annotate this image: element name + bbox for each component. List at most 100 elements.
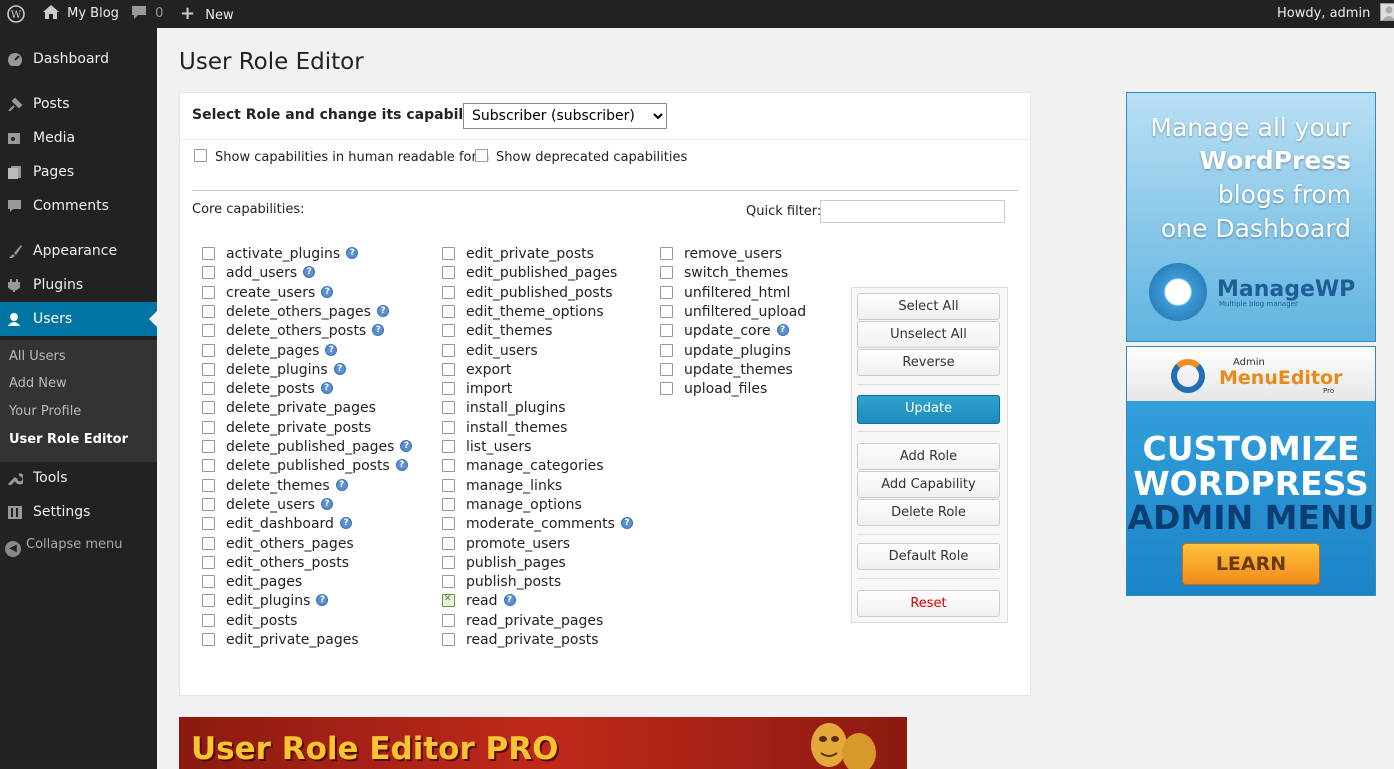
- capability-checkbox[interactable]: [202, 479, 215, 492]
- capability-checkbox[interactable]: [202, 614, 215, 627]
- help-icon[interactable]: ?: [376, 305, 389, 317]
- wordpress-logo-icon[interactable]: W: [7, 0, 25, 28]
- capability-checkbox[interactable]: [202, 517, 215, 530]
- help-icon[interactable]: ?: [395, 459, 408, 471]
- capability-checkbox[interactable]: [442, 556, 455, 569]
- capability-checkbox[interactable]: [660, 286, 673, 299]
- reset-button[interactable]: Reset: [857, 590, 1000, 617]
- capability-checkbox[interactable]: [202, 537, 215, 550]
- capability-checkbox[interactable]: [660, 266, 673, 279]
- capability-checkbox[interactable]: [442, 286, 455, 299]
- submenu-all-users[interactable]: All Users: [9, 349, 66, 364]
- capability-checkbox[interactable]: [442, 344, 455, 357]
- capability-checkbox[interactable]: [202, 459, 215, 472]
- help-icon[interactable]: ?: [321, 286, 334, 298]
- capability-checkbox[interactable]: [660, 363, 673, 376]
- capability-checkbox[interactable]: [442, 440, 455, 453]
- comments-link[interactable]: 0: [131, 0, 163, 28]
- capability-checkbox[interactable]: [442, 382, 455, 395]
- capability-checkbox[interactable]: [442, 459, 455, 472]
- unselect-all-button[interactable]: Unselect All: [857, 321, 1000, 348]
- capability-checkbox[interactable]: [442, 498, 455, 511]
- default-role-button[interactable]: Default Role: [857, 543, 1000, 570]
- capability-checkbox[interactable]: [202, 266, 215, 279]
- capability-checkbox[interactable]: [442, 324, 455, 337]
- help-icon[interactable]: ?: [303, 266, 316, 278]
- select-all-button[interactable]: Select All: [857, 293, 1000, 320]
- managewp-ad[interactable]: Manage all your WordPress blogs from one…: [1126, 92, 1376, 342]
- quick-filter-input[interactable]: [820, 200, 1005, 223]
- help-icon[interactable]: ?: [335, 479, 348, 491]
- help-icon[interactable]: ?: [339, 517, 352, 529]
- capability-checkbox[interactable]: [442, 401, 455, 414]
- capability-checkbox[interactable]: [442, 575, 455, 588]
- capability-checkbox[interactable]: [202, 247, 215, 260]
- help-icon[interactable]: ?: [346, 247, 359, 259]
- help-icon[interactable]: ?: [333, 363, 346, 375]
- capability-checkbox[interactable]: [202, 305, 215, 318]
- help-icon[interactable]: ?: [320, 382, 333, 394]
- menu-tools[interactable]: Tools: [0, 461, 157, 495]
- delete-role-button[interactable]: Delete Role: [857, 499, 1000, 526]
- deprecated-checkbox[interactable]: [475, 149, 488, 162]
- capability-checkbox[interactable]: [442, 633, 455, 646]
- capability-checkbox[interactable]: [442, 421, 455, 434]
- admin-menu-editor-ad[interactable]: Admin MenuEditor Pro CUSTOMIZE WORDPRESS…: [1126, 346, 1376, 596]
- capability-checkbox[interactable]: [202, 286, 215, 299]
- capability-checkbox[interactable]: [202, 421, 215, 434]
- add-role-button[interactable]: Add Role: [857, 443, 1000, 470]
- learn-more-button[interactable]: LEARN MORE: [1182, 543, 1320, 595]
- help-icon[interactable]: ?: [320, 498, 333, 510]
- capability-checkbox[interactable]: [202, 556, 215, 569]
- submenu-your-profile[interactable]: Your Profile: [9, 404, 81, 419]
- capability-checkbox[interactable]: [202, 440, 215, 453]
- help-icon[interactable]: ?: [316, 594, 329, 606]
- new-content-link[interactable]: + New: [180, 0, 234, 28]
- capability-checkbox[interactable]: [442, 479, 455, 492]
- human-readable-checkbox[interactable]: [194, 149, 207, 162]
- capability-checkbox[interactable]: [442, 594, 455, 607]
- capability-checkbox[interactable]: [660, 382, 673, 395]
- capability-checkbox[interactable]: [442, 363, 455, 376]
- capability-checkbox[interactable]: [442, 614, 455, 627]
- account-menu[interactable]: Howdy, admin: [1277, 0, 1394, 28]
- capability-checkbox[interactable]: [202, 344, 215, 357]
- capability-checkbox[interactable]: [442, 537, 455, 550]
- capability-checkbox[interactable]: [442, 266, 455, 279]
- help-icon[interactable]: ?: [503, 594, 516, 606]
- submenu-user-role-editor[interactable]: User Role Editor: [9, 432, 128, 447]
- help-icon[interactable]: ?: [325, 344, 338, 356]
- help-icon[interactable]: ?: [400, 440, 413, 452]
- add-capability-button[interactable]: Add Capability: [857, 471, 1000, 498]
- capability-checkbox[interactable]: [202, 594, 215, 607]
- capability-checkbox[interactable]: [442, 517, 455, 530]
- ure-pro-banner[interactable]: User Role Editor PRO: [179, 717, 907, 769]
- capability-checkbox[interactable]: [202, 498, 215, 511]
- submenu-add-new[interactable]: Add New: [9, 376, 67, 391]
- capability-checkbox[interactable]: [660, 344, 673, 357]
- role-select[interactable]: Subscriber (subscriber): [463, 103, 667, 129]
- menu-posts[interactable]: Posts: [0, 87, 157, 121]
- update-button[interactable]: Update: [857, 395, 1000, 424]
- capability-checkbox[interactable]: [202, 575, 215, 588]
- help-icon[interactable]: ?: [776, 324, 789, 336]
- site-home-link[interactable]: My Blog: [42, 0, 119, 28]
- menu-comments[interactable]: Comments: [0, 189, 157, 223]
- menu-users[interactable]: Users: [0, 302, 157, 336]
- help-icon[interactable]: ?: [620, 517, 633, 529]
- capability-checkbox[interactable]: [660, 324, 673, 337]
- menu-dashboard[interactable]: Dashboard: [0, 42, 157, 76]
- capability-checkbox[interactable]: [660, 247, 673, 260]
- capability-checkbox[interactable]: [202, 633, 215, 646]
- menu-settings[interactable]: Settings: [0, 495, 157, 529]
- reverse-button[interactable]: Reverse: [857, 349, 1000, 376]
- capability-checkbox[interactable]: [202, 363, 215, 376]
- menu-media[interactable]: Media: [0, 121, 157, 155]
- menu-pages[interactable]: Pages: [0, 155, 157, 189]
- capability-checkbox[interactable]: [442, 305, 455, 318]
- capability-checkbox[interactable]: [202, 382, 215, 395]
- capability-checkbox[interactable]: [202, 401, 215, 414]
- capability-checkbox[interactable]: [202, 324, 215, 337]
- capability-checkbox[interactable]: [442, 247, 455, 260]
- collapse-menu-button[interactable]: ◀ Collapse menu: [5, 537, 123, 557]
